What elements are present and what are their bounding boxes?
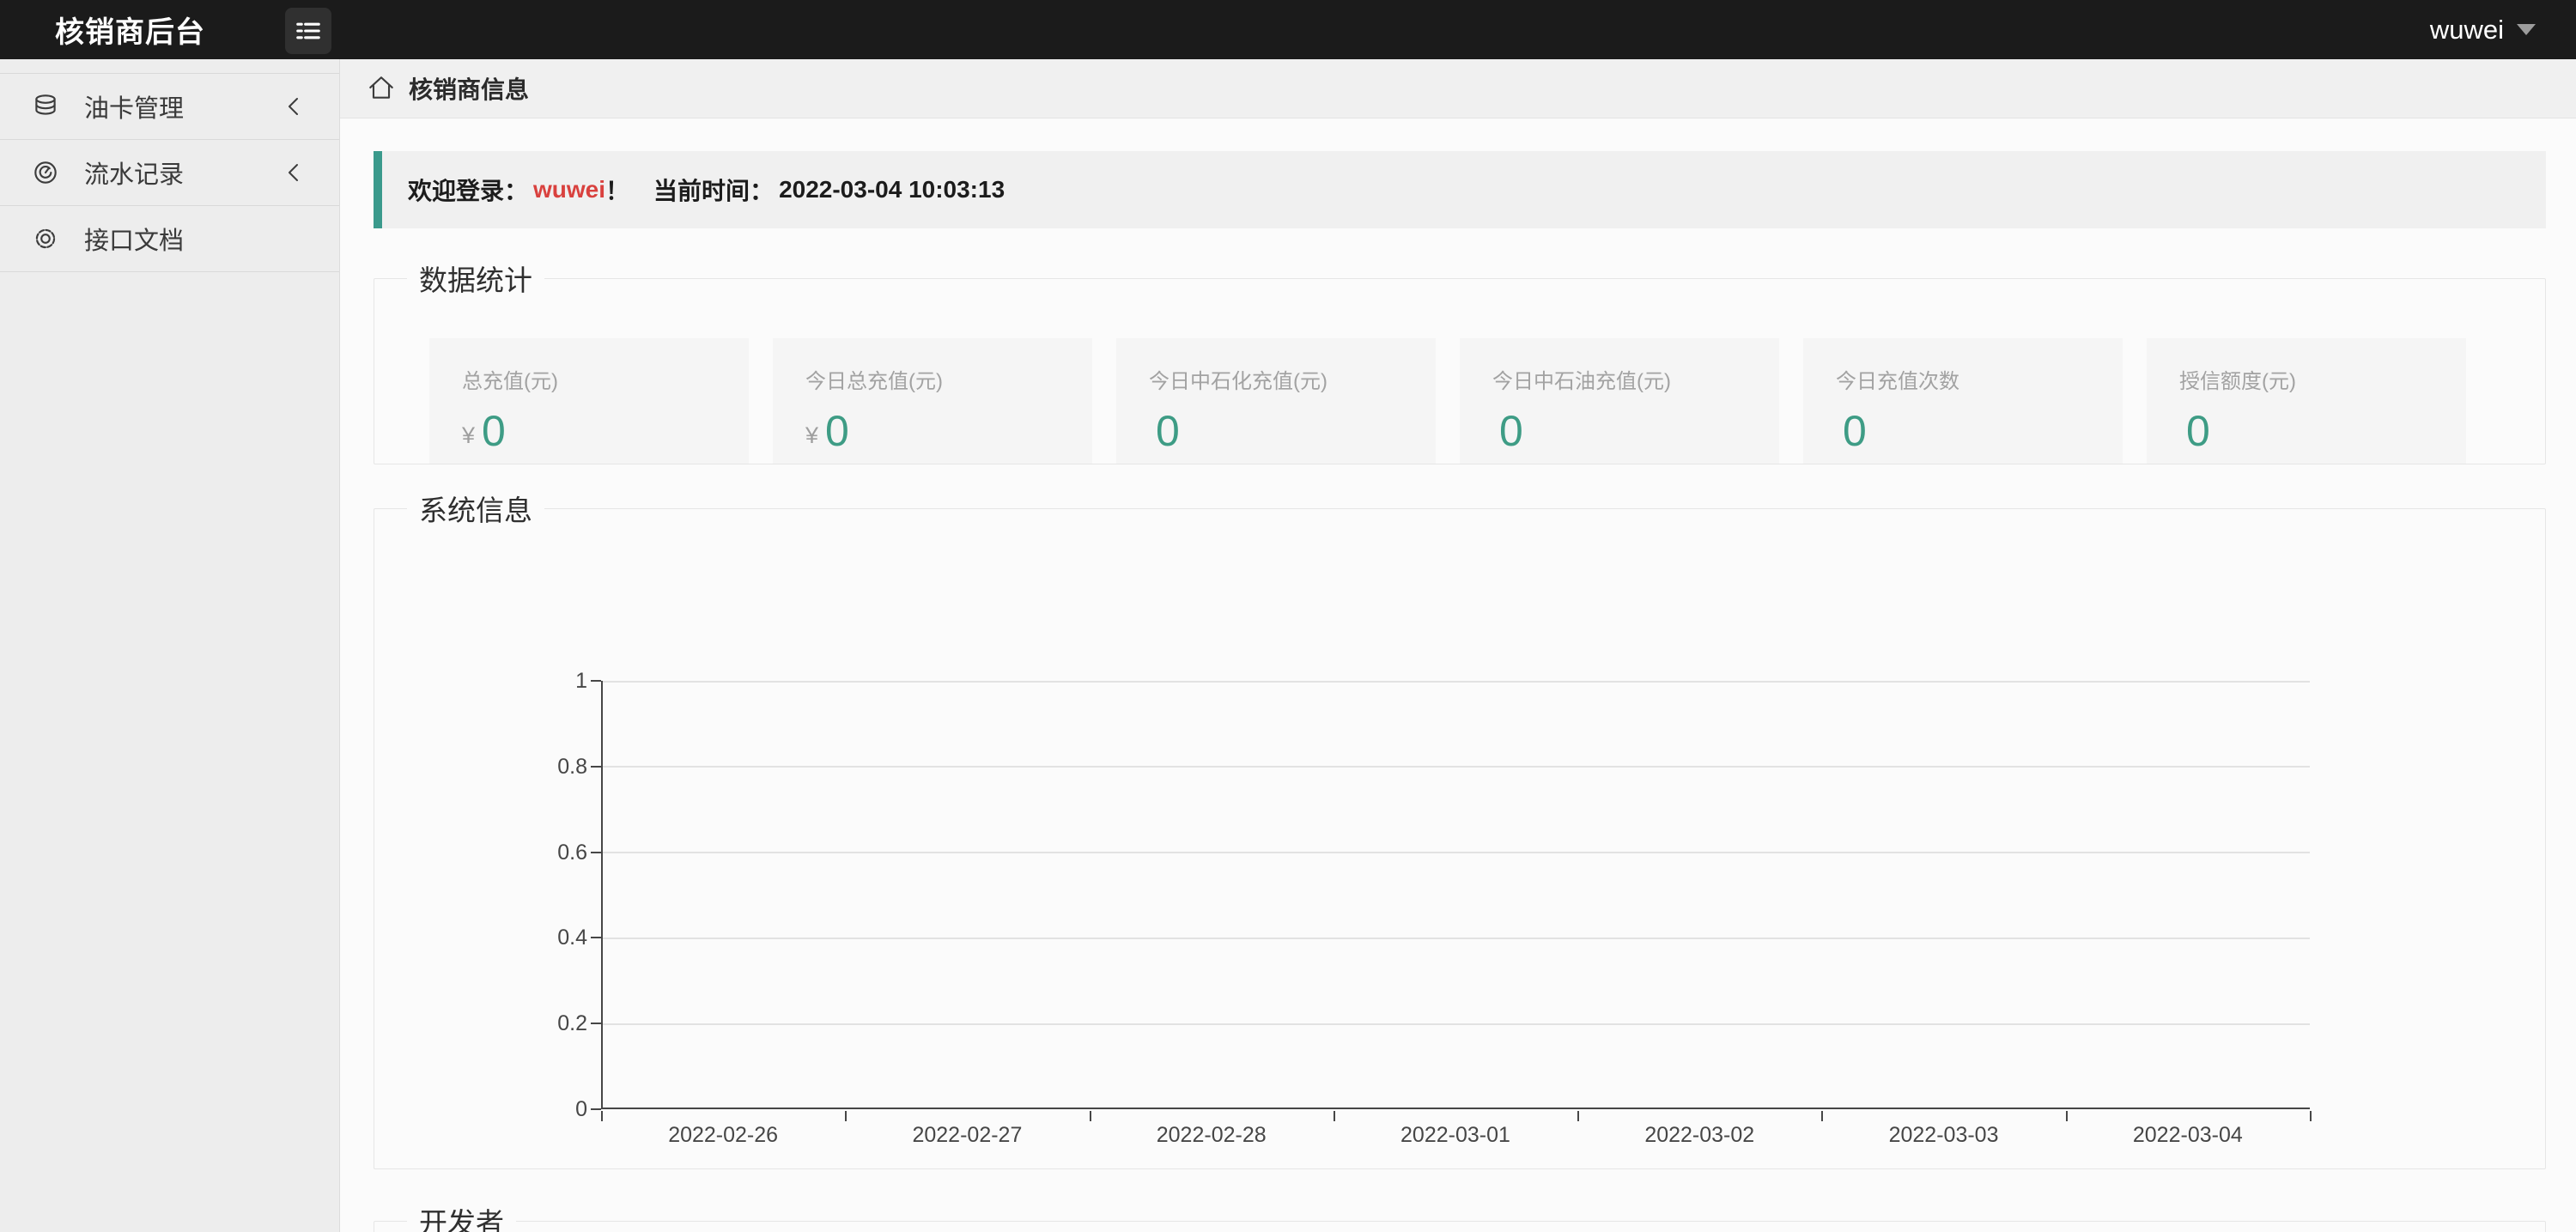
sidebar: 油卡管理 流水记录	[0, 59, 340, 1232]
time-label: 当前时间：	[653, 173, 774, 207]
current-time-value: 2022-03-04 10:03:13	[779, 176, 1005, 203]
x-axis-tick-label: 2022-03-03	[1821, 1123, 2065, 1148]
sidebar-item-label: 流水记录	[84, 155, 283, 191]
y-axis-tick-label: 1	[519, 668, 587, 694]
y-axis-tick	[591, 766, 601, 768]
caret-down-icon	[2516, 23, 2537, 36]
database-icon	[31, 92, 60, 121]
stat-card-value: 0	[825, 410, 849, 452]
stat-card-value: 0	[482, 410, 506, 452]
x-axis-tick	[601, 1111, 603, 1121]
stat-card-label: 今日中石油充值(元)	[1492, 364, 1779, 394]
x-axis-tick-label: 2022-02-26	[601, 1123, 845, 1148]
sidebar-toggle-button[interactable]	[285, 8, 331, 54]
username-label: wuwei	[2430, 15, 2504, 46]
stat-card-label: 总充值(元)	[462, 364, 749, 394]
breadcrumb-item-merchant-info[interactable]: 核销商信息	[366, 71, 529, 106]
x-axis-tick	[1821, 1111, 1823, 1121]
top-bar: 核销商后台 wuwei	[0, 0, 2576, 59]
x-axis-tick	[2066, 1111, 2068, 1121]
x-axis-tick	[2310, 1111, 2312, 1121]
stat-cards-row: 总充值(元) ¥ 0 今日总充值(元) ¥ 0 今日中石化充值(元)	[429, 338, 2545, 464]
gear-icon	[31, 224, 60, 253]
sidebar-item-label: 油卡管理	[84, 88, 283, 124]
x-axis-labels: 2022-02-26 2022-02-27 2022-02-28 2022-03…	[601, 1123, 2310, 1148]
x-axis-tick	[1334, 1111, 1335, 1121]
stat-card-today-recharge-count: 今日充值次数 0	[1803, 338, 2123, 464]
stat-card-today-total-recharge: 今日总充值(元) ¥ 0	[773, 338, 1092, 464]
chevron-left-icon	[283, 94, 305, 119]
chevron-left-icon	[283, 160, 305, 185]
app-root: 核销商后台 wuwei	[0, 0, 2576, 1232]
y-axis-tick-label: 0.6	[519, 840, 587, 865]
y-axis-tick	[591, 1108, 601, 1110]
gridline	[603, 681, 2310, 683]
time-icon	[31, 158, 60, 187]
currency-symbol: ¥	[462, 422, 475, 452]
y-axis-tick-label: 0.4	[519, 925, 587, 950]
sidebar-item-api-docs[interactable]: 接口文档	[0, 206, 339, 272]
list-icon	[291, 15, 325, 46]
sidebar-item-transaction-records[interactable]: 流水记录	[0, 140, 339, 206]
x-axis-tick	[845, 1111, 847, 1121]
currency-symbol: ¥	[805, 422, 818, 452]
x-axis-tick-label: 2022-03-04	[2066, 1123, 2310, 1148]
stat-card-credit-limit: 授信额度(元) 0	[2147, 338, 2466, 464]
stat-card-value: 0	[1843, 410, 1867, 452]
home-icon	[366, 74, 397, 103]
x-axis-tick-label: 2022-03-02	[1577, 1123, 1821, 1148]
user-dropdown[interactable]: wuwei	[2430, 15, 2576, 46]
breadcrumb: 核销商信息	[340, 59, 2576, 118]
stat-card-label: 今日总充值(元)	[805, 364, 1092, 394]
stat-card-today-petrochina-recharge: 今日中石油充值(元) 0	[1460, 338, 1779, 464]
breadcrumb-label: 核销商信息	[409, 71, 529, 106]
x-axis-tick	[1090, 1111, 1091, 1121]
stat-card-value: 0	[2186, 410, 2210, 452]
x-axis-tick-label: 2022-02-28	[1090, 1123, 1334, 1148]
app-title: 核销商后台	[0, 9, 285, 51]
system-info-panel: 系统信息 1 0.8 0.6 0.4 0.2 0	[374, 488, 2546, 1169]
stat-card-value: 0	[1156, 410, 1180, 452]
developer-panel: 开发者	[374, 1200, 2546, 1232]
y-axis-tick	[591, 852, 601, 853]
system-panel-title: 系统信息	[407, 488, 544, 529]
sidebar-menu: 油卡管理 流水记录	[0, 73, 339, 272]
chart-plot-area	[601, 681, 2310, 1109]
stats-panel-title: 数据统计	[407, 258, 544, 299]
y-axis-tick-label: 0.2	[519, 1010, 587, 1036]
main-content: 欢迎登录： wuwei ！ 当前时间： 2022-03-04 10:03:13 …	[340, 118, 2576, 1232]
welcome-label: 欢迎登录：	[408, 173, 528, 207]
gridline	[603, 1023, 2310, 1025]
stat-card-label: 今日中石化充值(元)	[1149, 364, 1436, 394]
gridline	[603, 852, 2310, 853]
x-axis-tick	[1577, 1111, 1579, 1121]
gridline	[603, 938, 2310, 939]
y-axis-tick	[591, 680, 601, 682]
stat-card-today-sinopec-recharge: 今日中石化充值(元) 0	[1116, 338, 1436, 464]
username-text: wuwei	[533, 176, 605, 203]
exclamation-text: ！	[605, 173, 629, 207]
gridline	[603, 766, 2310, 768]
x-axis-tick-label: 2022-02-27	[845, 1123, 1089, 1148]
y-axis-tick-label: 0.8	[519, 754, 587, 780]
sidebar-item-label: 接口文档	[84, 221, 305, 257]
sidebar-item-oil-card-management[interactable]: 油卡管理	[0, 74, 339, 140]
stat-card-label: 授信额度(元)	[2179, 364, 2466, 394]
stat-card-value: 0	[1499, 410, 1523, 452]
stat-card-total-recharge: 总充值(元) ¥ 0	[429, 338, 749, 464]
welcome-banner: 欢迎登录： wuwei ！ 当前时间： 2022-03-04 10:03:13	[374, 151, 2546, 228]
developer-panel-title: 开发者	[407, 1200, 516, 1232]
x-axis-tick-label: 2022-03-01	[1334, 1123, 1577, 1148]
y-axis-tick	[591, 937, 601, 938]
y-axis-tick-label: 0	[519, 1096, 587, 1122]
y-axis-tick	[591, 1023, 601, 1024]
stats-panel: 数据统计 总充值(元) ¥ 0 今日总充值(元) ¥ 0	[374, 258, 2546, 464]
stat-card-label: 今日充值次数	[1836, 364, 2123, 394]
